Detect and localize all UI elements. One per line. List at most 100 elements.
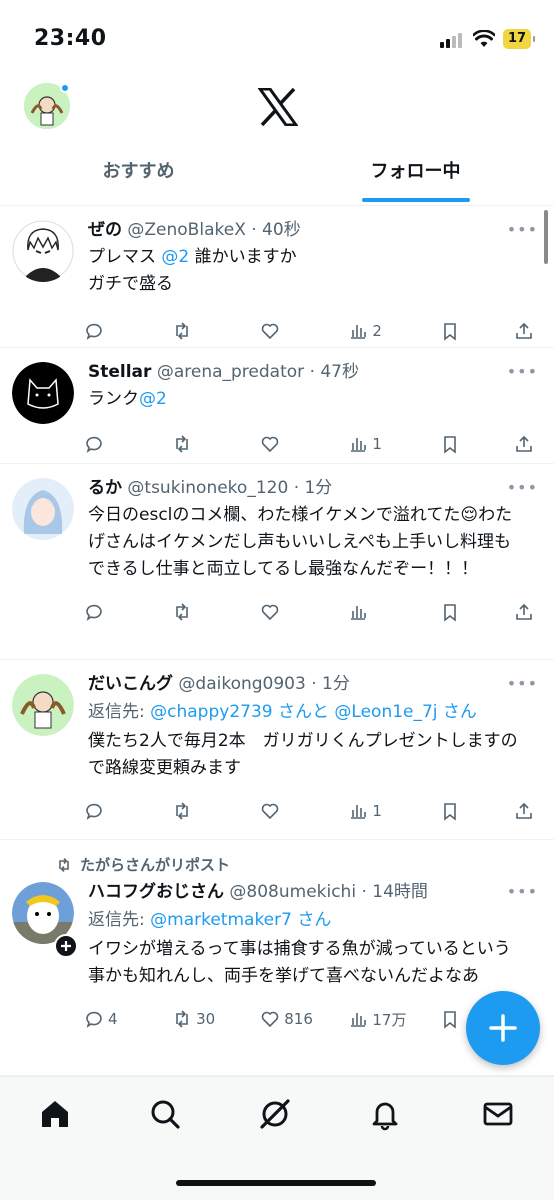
mention-link[interactable]: @marketmaker7: [150, 910, 292, 930]
share-icon: [516, 322, 532, 339]
tweet-header: ぜの @ZenoBlakeX · 40秒: [88, 216, 538, 244]
share-button[interactable]: [500, 602, 538, 622]
reply-button[interactable]: [84, 801, 172, 821]
user-handle[interactable]: @808umekichi: [229, 882, 356, 902]
plus-icon: [489, 1014, 517, 1042]
views-icon: [351, 606, 367, 620]
like-button[interactable]: [260, 321, 348, 341]
home-indicator[interactable]: [176, 1180, 376, 1186]
battery-indicator: 17: [503, 29, 535, 49]
x-logo-icon: [258, 88, 298, 126]
timestamp[interactable]: · 1分: [311, 674, 350, 694]
like-button[interactable]: [260, 602, 348, 622]
reply-count: 4: [108, 1010, 118, 1028]
views-count: 1: [372, 802, 382, 820]
repost-context[interactable]: たがらさんがリポスト: [56, 854, 230, 875]
share-button[interactable]: [500, 801, 538, 821]
display-name[interactable]: Stellar: [88, 362, 151, 382]
reply-label: 返信先:: [88, 910, 151, 930]
tweet[interactable]: ••• るか @tsukinoneko_120 · 1分 今日のesclのコメ欄…: [0, 464, 554, 660]
views-button[interactable]: 2: [348, 321, 440, 341]
timestamp[interactable]: · 1分: [294, 478, 333, 498]
tab-following[interactable]: フォロー中: [277, 150, 554, 206]
repost-button[interactable]: [172, 434, 260, 454]
tweet[interactable]: ••• Stellar @arena_predator · 47秒 ランク@2 …: [0, 348, 554, 464]
share-button[interactable]: [500, 321, 538, 341]
bookmark-icon: [444, 803, 457, 821]
avatar[interactable]: [12, 478, 74, 540]
bookmark-icon: [444, 604, 457, 622]
bookmark-button[interactable]: [440, 801, 499, 821]
cellular-signal-icon: [440, 33, 462, 48]
reply-button[interactable]: [84, 321, 172, 341]
avatar[interactable]: [12, 362, 74, 424]
display-name[interactable]: ぜの: [88, 220, 122, 240]
bookmark-button[interactable]: [440, 602, 499, 622]
display-name[interactable]: ハコフグおじさん: [88, 882, 224, 902]
home-icon[interactable]: [38, 1097, 72, 1131]
avatar[interactable]: [12, 674, 74, 736]
reply-button[interactable]: 4: [84, 1009, 172, 1029]
reply-suffix: さん: [291, 910, 332, 930]
views-button[interactable]: 17万: [348, 1009, 440, 1030]
tweet-text: イワシが増えるって事は捕食する魚が減っているという事かも知れんし、両手を挙げて喜…: [88, 939, 511, 986]
text-segment: ガチで盛る: [88, 274, 173, 294]
bookmark-button[interactable]: [440, 321, 499, 341]
display-name[interactable]: だいこんグ: [88, 674, 173, 694]
user-handle[interactable]: @tsukinoneko_120: [127, 478, 288, 498]
compose-post-button[interactable]: [466, 991, 540, 1065]
grok-icon[interactable]: [258, 1097, 292, 1131]
like-button[interactable]: [260, 801, 348, 821]
views-button[interactable]: 1: [348, 434, 440, 454]
repost-button[interactable]: 30: [172, 1009, 260, 1029]
search-icon[interactable]: [148, 1097, 182, 1131]
timestamp[interactable]: · 40秒: [251, 220, 300, 240]
mention-link[interactable]: @chappy2739: [150, 702, 272, 722]
share-icon: [516, 603, 532, 620]
views-button[interactable]: 1: [348, 801, 440, 821]
more-options-icon[interactable]: •••: [507, 220, 538, 239]
reply-button[interactable]: [84, 434, 172, 454]
more-options-icon[interactable]: •••: [507, 478, 538, 497]
like-button[interactable]: [260, 434, 348, 454]
repost-icon: [176, 603, 188, 621]
views-icon: [351, 438, 367, 452]
mention-link[interactable]: @2: [161, 247, 189, 267]
more-options-icon[interactable]: •••: [507, 674, 538, 693]
more-options-icon[interactable]: •••: [507, 362, 538, 381]
like-button[interactable]: 816: [260, 1009, 348, 1029]
views-button[interactable]: [348, 602, 440, 622]
user-handle[interactable]: @arena_predator: [157, 362, 304, 382]
repost-icon: [176, 322, 188, 340]
tweet-actions: 1: [84, 788, 538, 834]
tweet-text: 僕たち2人で毎月2本 ガリガリくんプレゼントしますので路線変更頼みます: [88, 731, 518, 778]
repost-icon: [59, 858, 69, 872]
tweet[interactable]: ••• だいこんグ @daikong0903 · 1分 返信先: @chappy…: [0, 660, 554, 840]
repost-button[interactable]: [172, 321, 260, 341]
status-time: 23:40: [34, 26, 107, 51]
mention-link[interactable]: @Leon1e_7j: [334, 702, 437, 722]
mention-link[interactable]: @2: [139, 389, 167, 409]
tweet-header: Stellar @arena_predator · 47秒: [88, 358, 538, 386]
follow-plus-icon[interactable]: [54, 934, 78, 958]
tweet[interactable]: ••• ぜの @ZenoBlakeX · 40秒 プレマス @2 誰かいますか …: [0, 206, 554, 348]
notifications-icon[interactable]: [368, 1097, 402, 1131]
timestamp[interactable]: · 14時間: [361, 882, 427, 902]
reply-button[interactable]: [84, 602, 172, 622]
repost-button[interactable]: [172, 602, 260, 622]
reply-suffix: さん: [437, 702, 477, 722]
repost-button[interactable]: [172, 801, 260, 821]
share-icon: [516, 802, 532, 819]
replying-to: 返信先: @chappy2739 さんと @Leon1e_7j さん: [88, 698, 538, 726]
user-handle[interactable]: @ZenoBlakeX: [127, 220, 245, 240]
user-handle[interactable]: @daikong0903: [178, 674, 305, 694]
more-options-icon[interactable]: •••: [507, 882, 538, 901]
share-button[interactable]: [500, 434, 538, 454]
timestamp[interactable]: · 47秒: [310, 362, 359, 382]
avatar[interactable]: [12, 220, 74, 282]
messages-icon[interactable]: [481, 1097, 515, 1131]
tab-for-you[interactable]: おすすめ: [0, 150, 277, 206]
bookmark-button[interactable]: [440, 434, 499, 454]
display-name[interactable]: るか: [88, 478, 122, 498]
like-icon: [261, 803, 279, 820]
